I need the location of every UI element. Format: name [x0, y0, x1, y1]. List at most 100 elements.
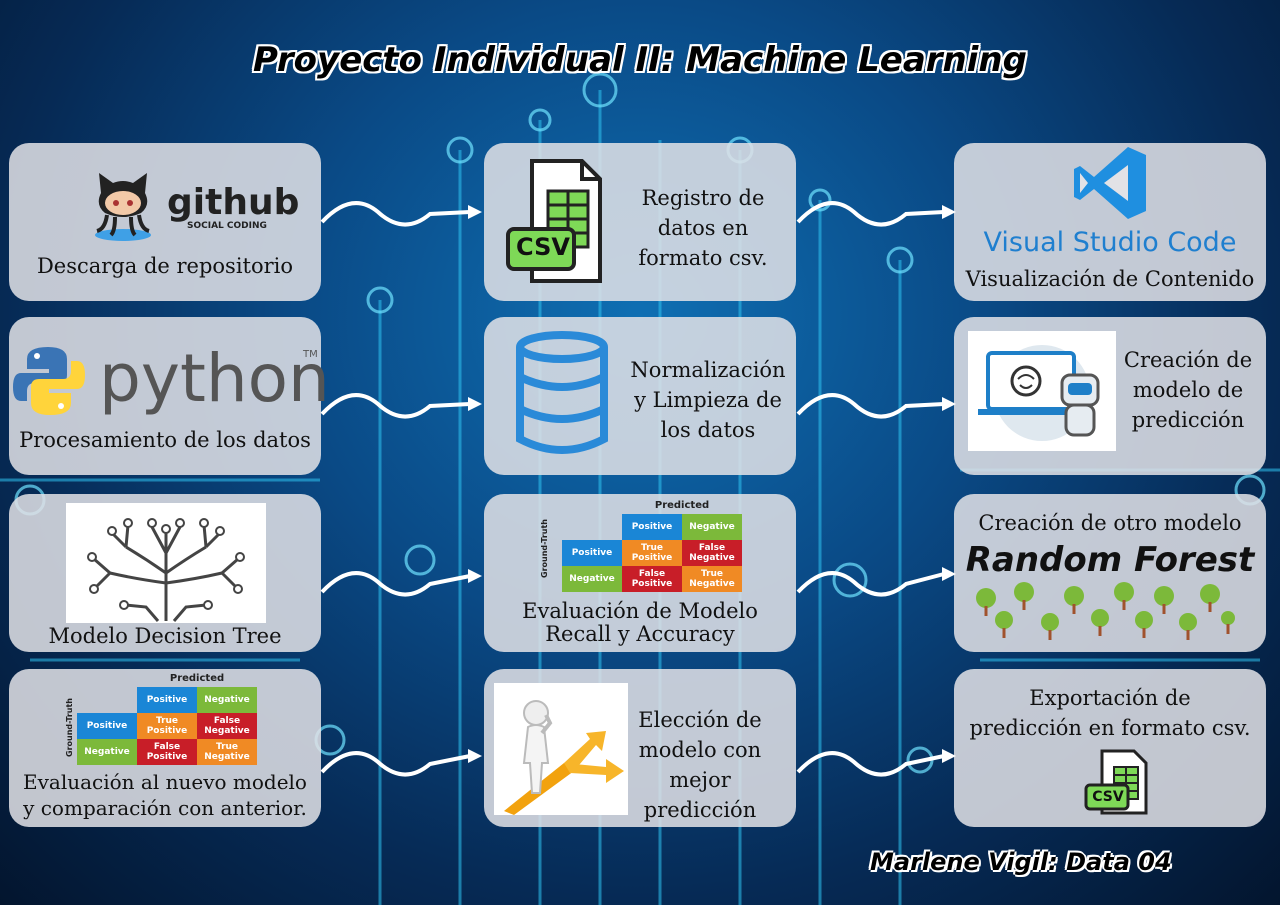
random-forest-logo: Random Forest: [965, 540, 1255, 580]
label-line: y Limpieza de: [634, 388, 782, 412]
card-decision-tree: Modelo Decision Tree: [9, 494, 321, 652]
forest-icon: [976, 582, 1235, 640]
card-label: Descarga de repositorio: [36, 254, 294, 278]
card-eleccion: Elección de modelo con mejor predicción: [484, 669, 796, 827]
label-line: predicción en formato csv.: [969, 716, 1251, 740]
octocat-icon: [95, 173, 151, 241]
page-title: Proyecto Individual II: Machine Learning: [253, 40, 1027, 80]
cell-line: False: [638, 569, 666, 579]
database-icon: [516, 331, 608, 454]
pred-positive: Positive: [622, 514, 682, 540]
card-label: Creación de modelo de predicción: [1118, 345, 1258, 435]
ground-truth-label: Ground-Truth: [540, 518, 549, 578]
cell-line: True: [215, 742, 239, 752]
false-negative: False Negative: [197, 713, 257, 739]
crossroads-figure-icon: [494, 683, 628, 815]
ai-laptop-icon: [968, 331, 1116, 451]
label-line: predicción: [1131, 408, 1245, 432]
python-tm: TM: [303, 349, 318, 360]
cell-line: False: [153, 742, 181, 752]
false-positive: False Positive: [622, 566, 682, 592]
python-logo-text: python: [99, 340, 330, 417]
csv-file-icon: [1084, 749, 1148, 815]
true-positive: True Positive: [622, 540, 682, 566]
cell-line: True: [640, 543, 664, 553]
cell-line: Negative: [204, 726, 250, 736]
csv-file-icon: [506, 159, 602, 283]
label-line: mejor predicción: [643, 768, 757, 822]
label-line: formato csv.: [638, 246, 768, 270]
cell-line: Positive: [146, 752, 188, 762]
github-logo-sub: SOCIAL CODING: [187, 221, 267, 231]
card-label: Evaluación al nuevo modelo y comparación…: [9, 769, 321, 821]
card-label: Normalización y Limpieza de los datos: [620, 355, 796, 445]
predicted-header: Predicted: [169, 673, 225, 684]
label-line: y comparación con anterior.: [23, 796, 307, 820]
cell-line: True: [700, 569, 724, 579]
card-label: Modelo Decision Tree: [48, 624, 282, 648]
card-random-forest: Creación de otro modelo Random Forest: [954, 494, 1266, 652]
card-label: Registro de datos en formato csv.: [614, 183, 792, 273]
label-line: Evaluación de Modelo: [522, 599, 758, 623]
label-line: Elección de: [638, 708, 762, 732]
pred-positive: Positive: [137, 687, 197, 713]
label-line: Registro de: [641, 186, 765, 210]
card-vscode: Visual Studio Code Visualización de Cont…: [954, 143, 1266, 301]
cell-line: False: [698, 543, 726, 553]
gt-negative: Negative: [562, 566, 622, 592]
cell-line: False: [213, 716, 241, 726]
tree-icon: [66, 503, 266, 623]
label-line: Creación de: [1123, 348, 1253, 372]
card-label: Visualización de Contenido: [965, 267, 1255, 291]
card-registro-csv: CSV Registro de datos en formato csv.: [484, 143, 796, 301]
cell-line: Positive: [631, 579, 673, 589]
label-line: modelo con: [638, 738, 762, 762]
gt-positive: Positive: [77, 713, 137, 739]
label-line: modelo de: [1132, 378, 1244, 402]
false-positive: False Positive: [137, 739, 197, 765]
github-logo-text: github: [167, 182, 300, 223]
pred-negative: Negative: [197, 687, 257, 713]
card-evaluacion: Ground-Truth Predicted Positive Negative …: [484, 494, 796, 652]
card-prediccion: Creación de modelo de predicción: [954, 317, 1266, 475]
cell-line: True: [155, 716, 179, 726]
card-normalizacion: Normalización y Limpieza de los datos: [484, 317, 796, 475]
cell-line: Positive: [631, 553, 673, 563]
confusion-matrix: Predicted Positive Negative Positive True…: [77, 671, 257, 765]
card-label: Elección de modelo con mejor predicción: [610, 705, 790, 825]
pred-negative: Negative: [682, 514, 742, 540]
gt-negative: Negative: [77, 739, 137, 765]
cell-line: Positive: [146, 726, 188, 736]
true-negative: True Negative: [197, 739, 257, 765]
true-negative: True Negative: [682, 566, 742, 592]
label-line: Normalización: [630, 358, 786, 382]
vscode-logo-text: Visual Studio Code: [983, 227, 1237, 258]
label-line: Exportación de: [1029, 686, 1191, 710]
vscode-icon: [1074, 147, 1146, 219]
cell-line: Negative: [689, 553, 735, 563]
cell-line: Negative: [689, 579, 735, 589]
author-credit: Marlene Vigil: Data 04: [870, 848, 1172, 876]
label-line: Recall y Accuracy: [545, 622, 735, 646]
false-negative: False Negative: [682, 540, 742, 566]
label-line: los datos: [660, 418, 756, 442]
card-github: github SOCIAL CODING Descarga de reposit…: [9, 143, 321, 301]
card-python: python TM Procesamiento de los datos: [9, 317, 330, 475]
card-evaluacion-nuevo: Ground-Truth Predicted Positive Negative …: [9, 669, 321, 827]
csv-badge: CSV: [516, 233, 570, 261]
card-label: Procesamiento de los datos: [19, 428, 311, 452]
card-heading: Creación de otro modelo: [978, 511, 1242, 535]
gt-positive: Positive: [562, 540, 622, 566]
true-positive: True Positive: [137, 713, 197, 739]
card-label: Evaluación de Modelo Recall y Accuracy: [484, 600, 796, 646]
label-line: datos en: [657, 216, 749, 240]
ground-truth-label: Ground-Truth: [65, 697, 74, 757]
card-exportacion: Exportación de predicción en formato csv…: [954, 669, 1266, 827]
csv-badge: CSV: [1092, 789, 1124, 805]
python-icon: [13, 347, 85, 415]
label-line: Evaluación al nuevo modelo: [23, 770, 307, 794]
cell-line: Negative: [204, 752, 250, 762]
predicted-header: Predicted: [654, 500, 710, 511]
card-label: Exportación de predicción en formato csv…: [954, 683, 1266, 743]
confusion-matrix: Predicted Positive Negative Positive True…: [562, 498, 742, 592]
